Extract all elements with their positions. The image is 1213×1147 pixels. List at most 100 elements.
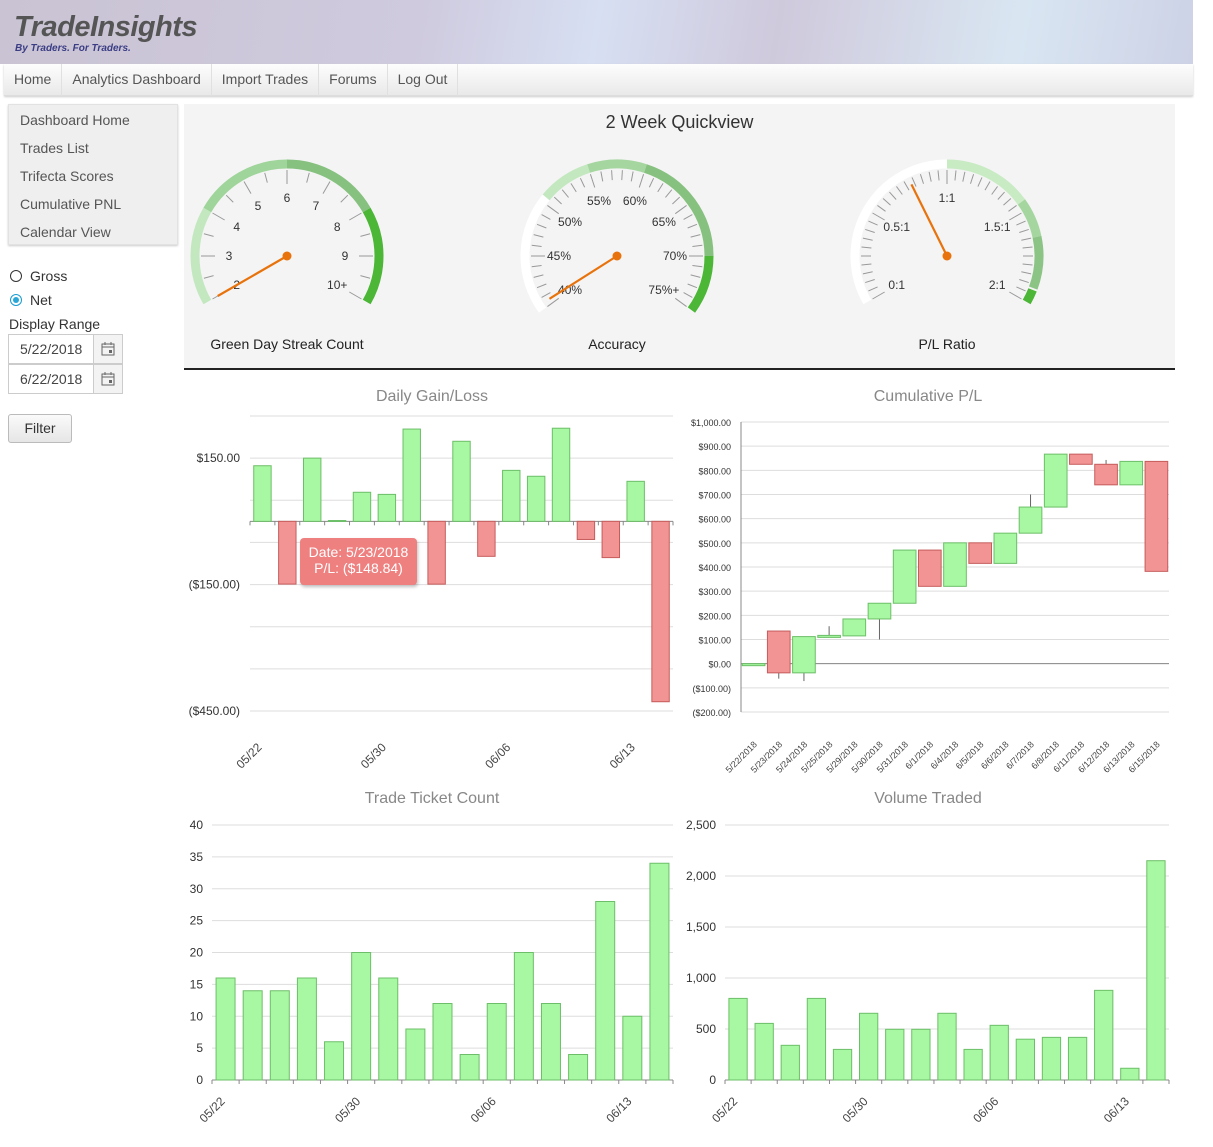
gauge-tick [1003,198,1012,206]
gauge-tick [1021,237,1032,241]
loss-bar [601,520,621,559]
y-tick-label: $300.00 [698,587,731,597]
y-tick-label: $150.00 [197,451,241,465]
gauge-tick-label: 8 [334,220,341,234]
tooltip-pl: P/L: ($148.84) [314,560,403,576]
gauge-tick [531,265,542,268]
candle-up [892,549,917,604]
gauge-tick [1022,263,1033,266]
gauge-tick [561,189,569,198]
y-tick-label: $800.00 [698,466,731,476]
y-tick-label: 25 [190,914,204,928]
gauge-tick [611,170,613,181]
y-tick-label: 2,000 [686,869,716,883]
gauge-tick [683,214,693,220]
y-tick-label: 40 [190,818,204,832]
gain-bar [859,1012,879,1081]
y-tick-label: 5 [196,1041,203,1055]
gain-bar [402,428,421,522]
gauge-tick [977,177,983,187]
gauge-band [946,159,1026,205]
candle-down [968,542,993,564]
gain-bar [1041,1036,1062,1081]
gauge-tick [690,234,701,238]
candle-up [1043,453,1068,508]
x-tick-label: 06/13 [607,740,638,771]
gauge-tick [903,181,910,191]
gauge-tick [360,275,371,279]
x-tick-label: 06/13 [603,1094,634,1125]
gain-bar [502,469,521,522]
gain-bar [1146,860,1166,1081]
gauge-tick [889,191,897,200]
y-tick-label: ($450.00) [189,704,240,718]
candle-up [1018,506,1043,534]
gauge-tick-label: 10+ [327,278,347,292]
gauge-tick [1009,291,1022,300]
gauge-tick [896,186,903,195]
y-tick-label: ($200.00) [692,708,731,718]
gauge-tick [657,183,664,193]
candle-down [917,549,942,587]
gauge-tick [665,189,673,198]
gain-bar [937,1012,957,1081]
candle-up [993,532,1018,564]
gauge-tick [674,297,687,307]
gauge-needle-pivot [942,251,952,261]
gauge-tick [868,286,878,292]
gauge-tick [541,214,551,220]
x-tick-label: 05/30 [840,1094,871,1125]
gauge-tick-label: 3 [226,249,233,263]
gauge-tick [991,186,998,195]
gauge-tick-label: 50% [558,215,582,229]
gain-bar [253,465,272,522]
y-tick-label: 10 [190,1009,204,1023]
gauge-tick [954,170,957,181]
gauge-tick [547,297,560,307]
gauge-band [520,194,550,313]
gauge-tick-label: 55% [587,194,611,208]
gain-bar [626,480,645,522]
gauge-tick [212,212,225,221]
candle-down [1069,453,1093,465]
gain-bar [780,1044,800,1081]
candle-up [741,663,766,667]
loss-bar [427,520,446,585]
loss-bar [477,520,496,557]
x-tick-label: 05/22 [709,1094,740,1125]
chart-tooltip: Date: 5/23/2018 P/L: ($148.84) [300,538,417,585]
gain-bar [1015,1038,1035,1081]
gauge-tick [349,212,362,221]
gain-bar [551,427,571,522]
y-tick-label: 1,500 [686,920,716,934]
y-tick-label: 20 [190,946,204,960]
gauge-tick [621,170,623,181]
gauge-tick [937,170,940,181]
gain-bar [405,1028,426,1081]
candle-up [792,636,816,674]
y-tick-label: $1,000.00 [691,418,731,428]
y-tick-label: 0 [709,1073,716,1087]
gauge-tick [687,283,698,289]
gauge-tick [962,171,966,182]
gauge-tick [882,198,891,206]
gauge-tick [630,171,634,182]
gain-bar [269,990,290,1081]
gauge-tick [1009,212,1022,221]
candle-down [766,630,791,674]
gauge-tick-label: 4 [233,220,240,234]
gauge-tick [533,274,544,278]
gauge-tick [1019,228,1029,233]
gauge-tick-label: 2:1 [989,278,1006,292]
gauge-tick [547,205,560,215]
gauge-tick [919,174,924,184]
gauge-tick [648,177,655,188]
y-tick-label: 35 [190,850,204,864]
gain-bar [728,997,748,1081]
gauge-tick [531,244,542,247]
y-tick-label: $400.00 [698,563,731,573]
gauge-tick-label: 9 [342,249,349,263]
gain-bar [324,1041,345,1081]
gauge-tick [674,205,687,215]
gauge-tick [533,234,544,238]
